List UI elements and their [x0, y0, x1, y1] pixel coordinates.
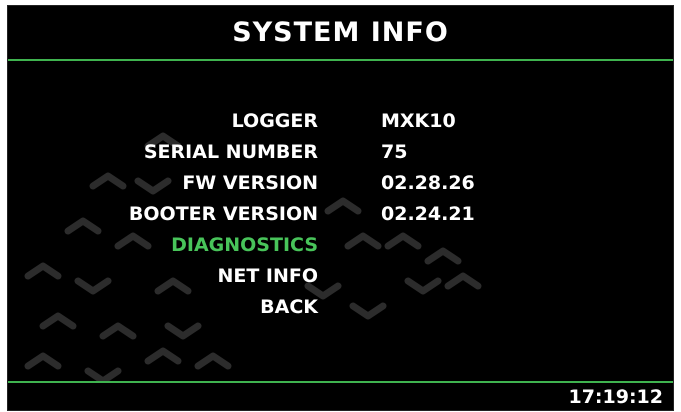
menu-item-serial-number: SERIAL NUMBER 75: [8, 137, 673, 168]
header-bar: SYSTEM INFO: [8, 6, 673, 61]
logger-value: MXK10: [381, 110, 456, 132]
menu-item-net-info[interactable]: NET INFO: [8, 261, 673, 292]
serial-number-label: SERIAL NUMBER: [143, 141, 318, 163]
device-screen: SYSTEM INFO LOGGER MXK10 SERIAL NUMBER 7…: [7, 5, 674, 411]
fw-version-value: 02.28.26: [381, 172, 475, 194]
serial-number-value: 75: [381, 141, 408, 163]
menu-item-back[interactable]: BACK: [8, 292, 673, 323]
logger-label: LOGGER: [231, 110, 318, 132]
diagnostics-label[interactable]: DIAGNOSTICS: [171, 230, 318, 261]
clock-time: 17:19:12: [568, 386, 663, 408]
net-info-label[interactable]: NET INFO: [217, 261, 318, 292]
menu-item-logger: LOGGER MXK10: [8, 106, 673, 137]
menu-item-booter-version: BOOTER VERSION 02.24.21: [8, 199, 673, 230]
back-label[interactable]: BACK: [260, 292, 318, 323]
booter-version-label: BOOTER VERSION: [128, 203, 318, 225]
footer-bar: 17:19:12: [8, 381, 673, 410]
menu-item-diagnostics[interactable]: DIAGNOSTICS: [8, 230, 673, 261]
booter-version-value: 02.24.21: [381, 203, 475, 225]
page-title: SYSTEM INFO: [232, 17, 449, 48]
fw-version-label: FW VERSION: [182, 172, 318, 194]
system-info-menu: LOGGER MXK10 SERIAL NUMBER 75 FW VERSION…: [8, 106, 673, 323]
menu-item-fw-version: FW VERSION 02.28.26: [8, 168, 673, 199]
